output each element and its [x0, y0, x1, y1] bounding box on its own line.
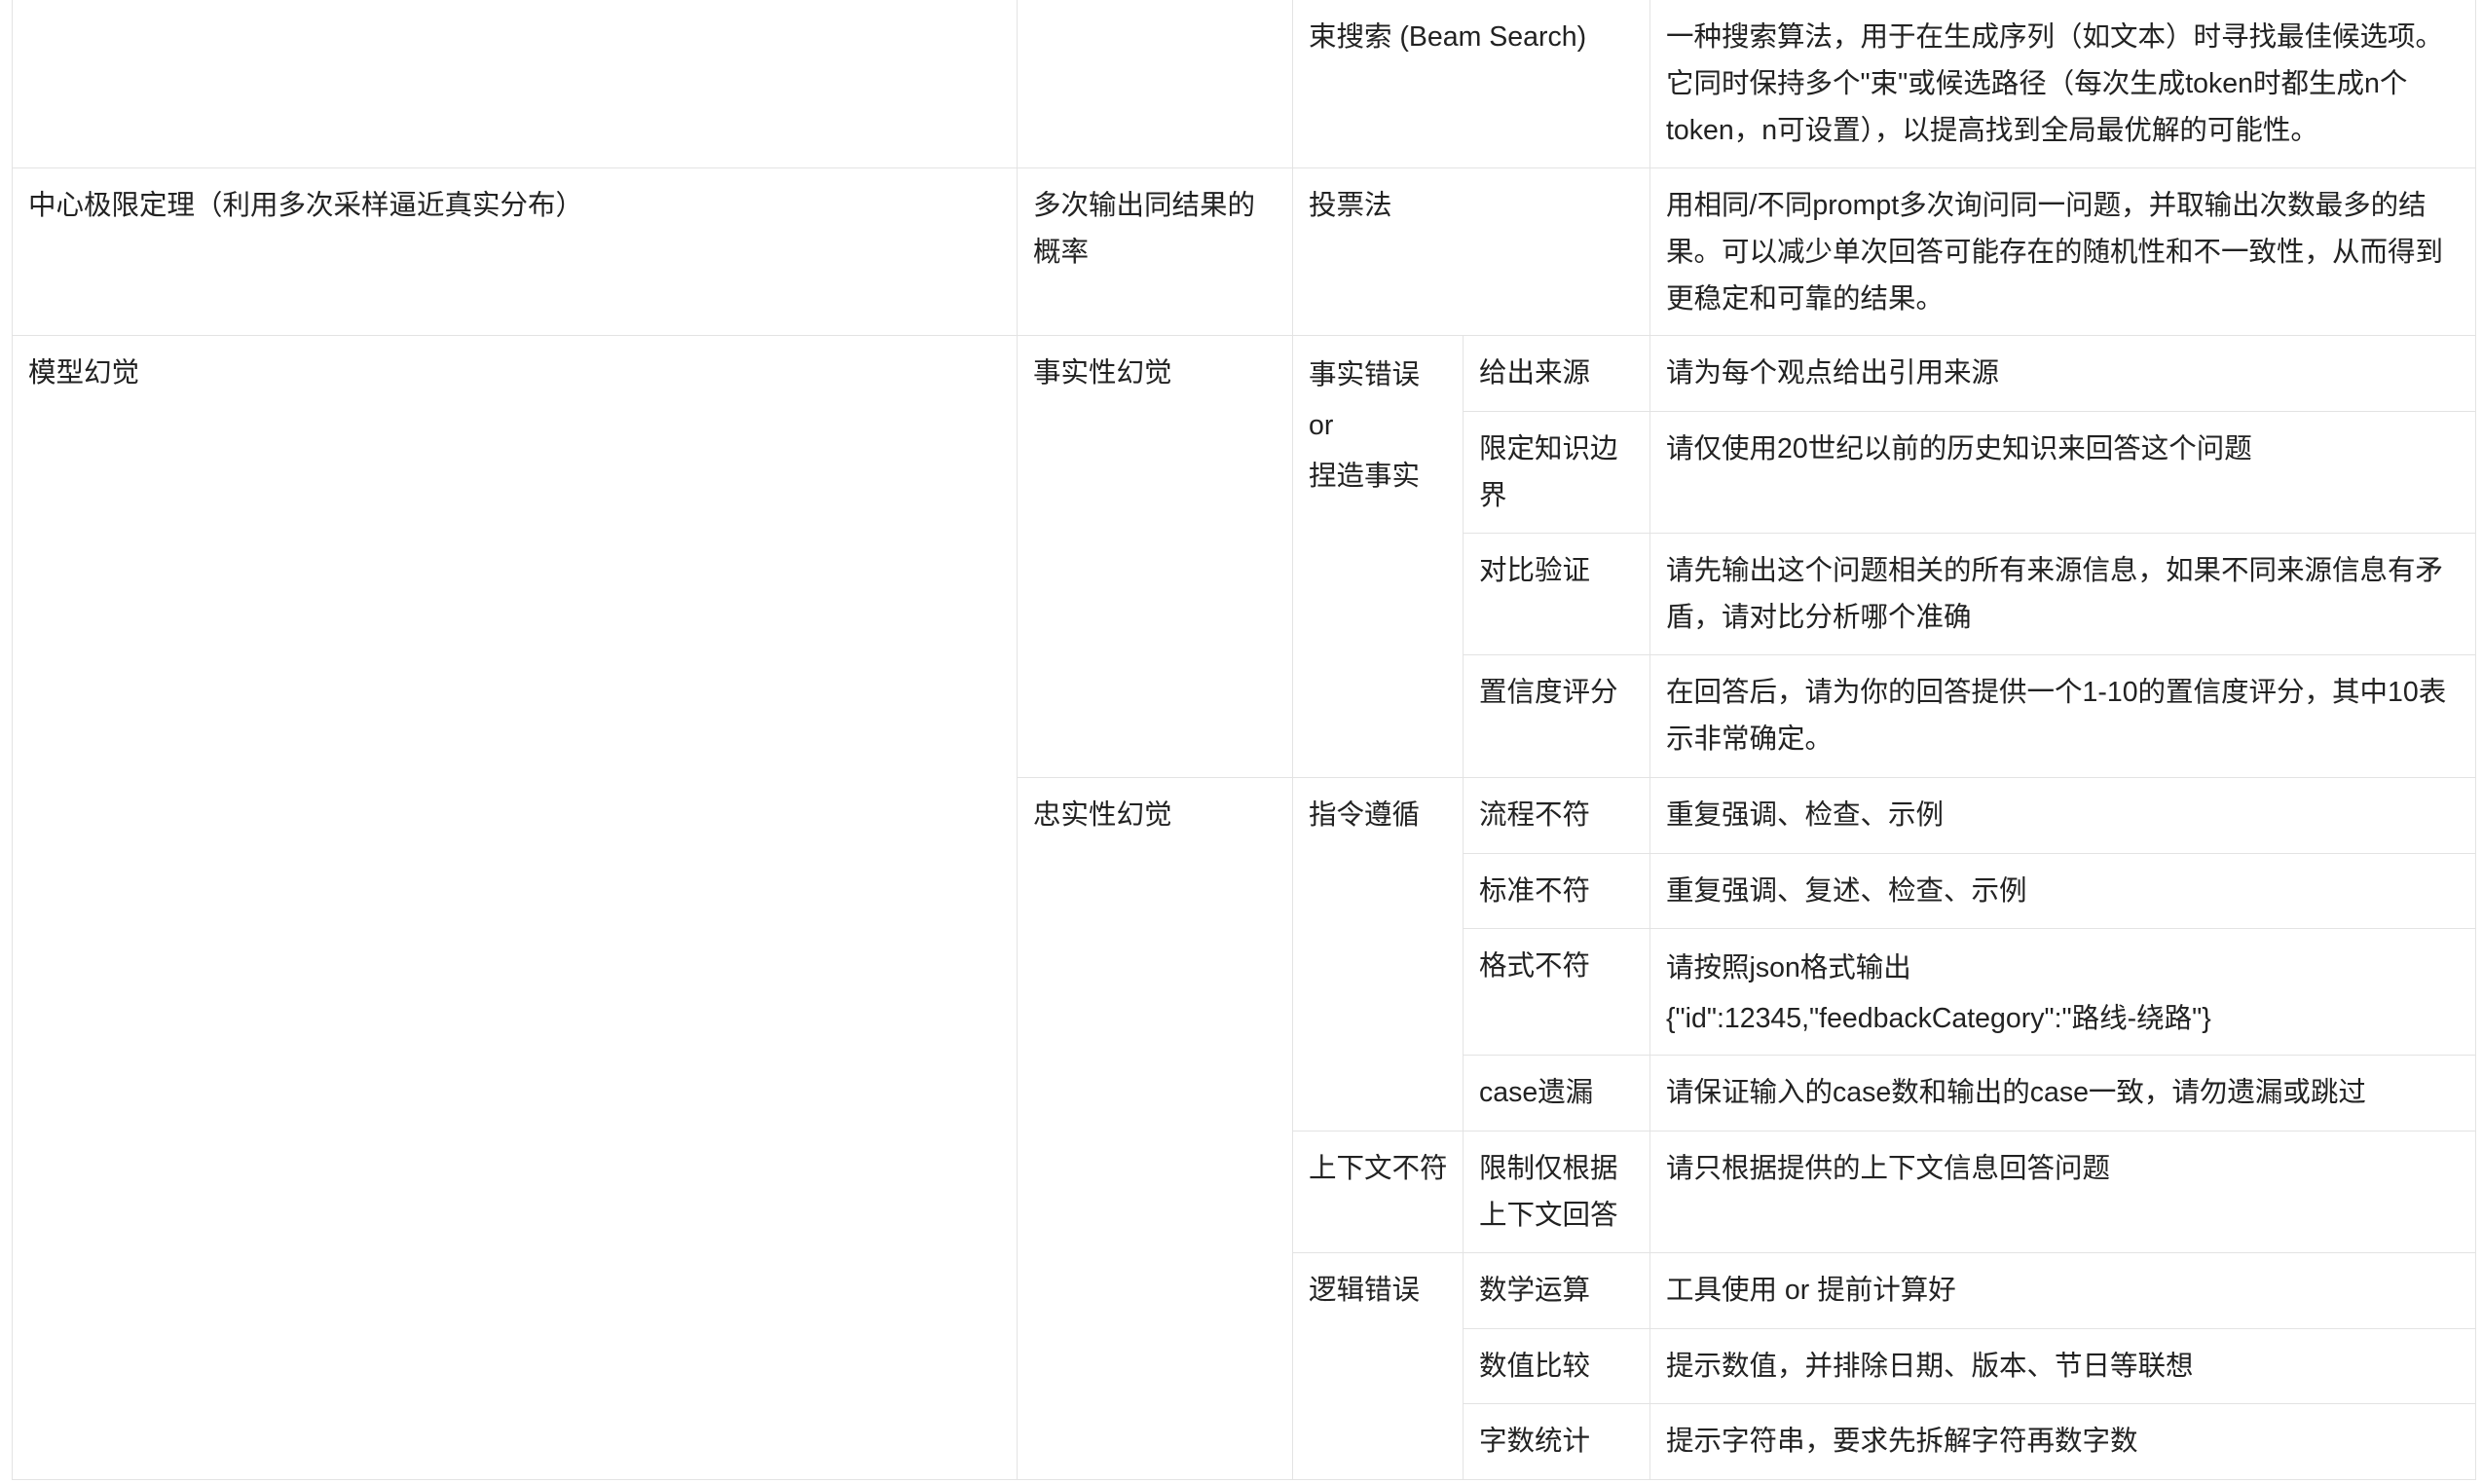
table-cell-theory: 中心极限定理（利用多次采样逼近真实分布）	[12, 167, 1018, 336]
context-label: 上下文不符	[1309, 1152, 1448, 1184]
table-cell-prompt: 重复强调、复述、检查、示例	[1649, 852, 2477, 929]
table-cell-prompt: 请按照json格式输出 {"id":12345,"feedbackCategor…	[1649, 927, 2477, 1056]
table-cell-prompt: 工具使用 or 提前计算好	[1649, 1251, 2477, 1329]
table-cell-name: 数值比较	[1462, 1327, 1651, 1404]
item-prompt: 在回答后，请为你的回答提供一个1-10的置信度评分，其中10表示非常确定。	[1666, 676, 2447, 755]
table-cell-category: 事实性幻觉	[1017, 334, 1293, 778]
item-prompt: 提示字符串，要求先拆解字符再数字数	[1666, 1425, 2138, 1457]
item-name: 格式不符	[1479, 949, 1591, 982]
item-prompt: 重复强调、检查、示例	[1666, 798, 1945, 831]
item-prompt: 工具使用 or 提前计算好	[1666, 1274, 1956, 1306]
subtype-line: 捏造事实	[1309, 460, 1421, 492]
table-cell-name: 限定知识边界	[1462, 410, 1651, 534]
table-cell-prompt: 请保证输入的case数和输出的case一致，请勿遗漏或跳过	[1649, 1054, 2477, 1132]
table-cell-name: 对比验证	[1462, 532, 1651, 655]
table-cell-prompt: 请为每个观点给出引用来源	[1649, 334, 2477, 412]
table-cell-prompt: 请仅使用20世纪以前的历史知识来回答这个问题	[1649, 410, 2477, 534]
item-name: 给出来源	[1479, 356, 1591, 389]
item-prompt-multiline: 请按照json格式输出 {"id":12345,"feedbackCategor…	[1650, 929, 2475, 1044]
item-name: case遗漏	[1479, 1076, 1594, 1108]
table-cell-name: 格式不符	[1462, 927, 1651, 1056]
item-name: 置信度评分	[1479, 676, 1618, 708]
table-cell-prompt: 重复强调、检查、示例	[1649, 776, 2477, 854]
item-name: 数学运算	[1479, 1274, 1591, 1306]
table-cell-name: 标准不符	[1462, 852, 1651, 929]
table-cell-empty	[12, 0, 1018, 168]
table-cell-category: 忠实性幻觉	[1017, 776, 1293, 1480]
table-cell-method: 多次输出同结果的概率	[1017, 167, 1293, 336]
table-cell-subtype: 事实错误 or 捏造事实	[1292, 334, 1464, 778]
table-cell-prompt: 请只根据提供的上下文信息回答问题	[1649, 1130, 2477, 1253]
table-row: 模型幻觉 事实性幻觉 事实错误 or 捏造事实 给出来源 请为每个观点给出引用来	[12, 334, 2477, 1480]
table-row: 束搜索 (Beam Search) 一种搜索算法，用于在生成序列（如文本）时寻找…	[12, 0, 2477, 168]
item-name: 流程不符	[1479, 798, 1591, 831]
table-cell-prompt: 提示字符串，要求先拆解字符再数字数	[1649, 1402, 2477, 1480]
item-name: 字数统计	[1479, 1425, 1591, 1457]
technique-description: 用相同/不同prompt多次询问同一问题，并取输出次数最多的结果。可以减少单次回…	[1666, 189, 2444, 315]
item-prompt: 提示数值，并排除日期、版本、节日等联想	[1666, 1350, 2194, 1382]
table-cell-description: 一种搜索算法，用于在生成序列（如文本）时寻找最佳候选项。它同时保持多个"束"或候…	[1649, 0, 2477, 168]
item-prompt: 请保证输入的case数和输出的case一致，请勿遗漏或跳过	[1666, 1076, 2366, 1108]
table-cell-prompt: 在回答后，请为你的回答提供一个1-10的置信度评分，其中10表示非常确定。	[1649, 653, 2477, 778]
technique-label: 投票法	[1309, 189, 1392, 221]
table-cell-theory: 模型幻觉	[12, 334, 1018, 1480]
hallucination-title: 模型幻觉	[28, 356, 140, 389]
table-cell-name: 字数统计	[1462, 1402, 1651, 1480]
table-cell-name: 给出来源	[1462, 334, 1651, 412]
document-page: 束搜索 (Beam Search) 一种搜索算法，用于在生成序列（如文本）时寻找…	[0, 0, 2483, 1484]
table-cell-technique: 束搜索 (Beam Search)	[1291, 0, 1651, 168]
prompt-technique-table: 束搜索 (Beam Search) 一种搜索算法，用于在生成序列（如文本）时寻找…	[12, 0, 2477, 1480]
table-cell-technique: 投票法	[1291, 167, 1651, 336]
table-cell-name: 置信度评分	[1462, 653, 1651, 778]
table-cell-name: 流程不符	[1462, 776, 1651, 854]
table-cell-name: 数学运算	[1462, 1251, 1651, 1329]
factual-subtype: 事实错误 or 捏造事实	[1293, 336, 1463, 501]
logic-label: 逻辑错误	[1309, 1274, 1421, 1306]
item-prompt: 请只根据提供的上下文信息回答问题	[1666, 1152, 2111, 1184]
table-row: 中心极限定理（利用多次采样逼近真实分布） 多次输出同结果的概率 投票法 用相同/…	[12, 167, 2477, 336]
item-name: 标准不符	[1479, 874, 1591, 907]
item-name: 限定知识边界	[1479, 432, 1618, 511]
theory-label: 中心极限定理（利用多次采样逼近真实分布）	[28, 189, 584, 221]
faithful-hallucination-label: 忠实性幻觉	[1033, 798, 1172, 831]
table-cell-subtype: 上下文不符	[1292, 1130, 1464, 1253]
item-prompt: 请为每个观点给出引用来源	[1666, 356, 2000, 389]
table-cell-prompt: 提示数值，并排除日期、版本、节日等联想	[1649, 1327, 2477, 1404]
table-cell-name: 限制仅根据上下文回答	[1462, 1130, 1651, 1253]
subtype-line: or	[1309, 409, 1334, 441]
prompt-line: {"id":12345,"feedbackCategory":"路线-绕路"}	[1666, 1002, 2211, 1034]
prompt-line: 请按照json格式输出	[1666, 951, 1911, 983]
item-name: 对比验证	[1479, 554, 1591, 586]
item-prompt: 请先输出这个问题相关的所有来源信息，如果不同来源信息有矛盾，请对比分析哪个准确	[1666, 554, 2444, 633]
table-cell-empty	[1017, 0, 1293, 168]
factual-hallucination-label: 事实性幻觉	[1033, 356, 1172, 389]
instruction-label: 指令遵循	[1309, 798, 1421, 831]
subtype-line: 事实错误	[1309, 358, 1421, 390]
method-label: 多次输出同结果的概率	[1033, 189, 1256, 268]
table-cell-subtype: 指令遵循	[1292, 776, 1464, 1132]
technique-description: 一种搜索算法，用于在生成序列（如文本）时寻找最佳候选项。它同时保持多个"束"或候…	[1666, 21, 2444, 146]
item-prompt: 请仅使用20世纪以前的历史知识来回答这个问题	[1666, 432, 2252, 464]
item-name: 限制仅根据上下文回答	[1479, 1152, 1618, 1231]
item-name: 数值比较	[1479, 1350, 1591, 1382]
item-prompt: 重复强调、复述、检查、示例	[1666, 874, 2027, 907]
table-cell-subtype: 逻辑错误	[1292, 1251, 1464, 1480]
table-cell-prompt: 请先输出这个问题相关的所有来源信息，如果不同来源信息有矛盾，请对比分析哪个准确	[1649, 532, 2477, 655]
table-cell-name: case遗漏	[1462, 1054, 1651, 1132]
table-cell-description: 用相同/不同prompt多次询问同一问题，并取输出次数最多的结果。可以减少单次回…	[1649, 167, 2477, 336]
technique-label: 束搜索 (Beam Search)	[1309, 21, 1587, 53]
